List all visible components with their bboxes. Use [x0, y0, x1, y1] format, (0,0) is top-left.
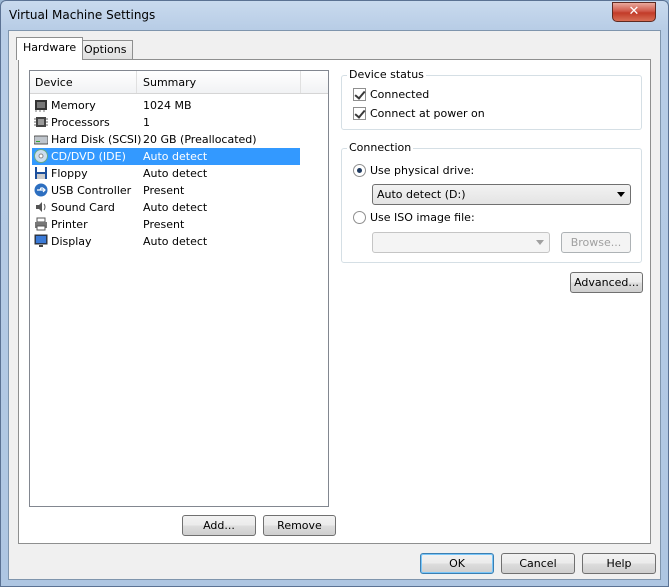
device-summary: 1: [143, 116, 150, 129]
add-button[interactable]: Add...: [182, 515, 256, 536]
ok-button[interactable]: OK: [420, 553, 494, 574]
device-summary: Auto detect: [143, 201, 208, 214]
column-separator[interactable]: [136, 71, 137, 93]
device-list[interactable]: Device Summary Memory 1024 MB Processors 1 H…: [29, 70, 329, 507]
table-row[interactable]: Printer Present: [32, 216, 300, 233]
table-row[interactable]: Memory 1024 MB: [32, 97, 300, 114]
device-summary: Present: [143, 184, 185, 197]
device-summary: 20 GB (Preallocated): [143, 133, 257, 146]
advanced-button[interactable]: Advanced...: [570, 272, 643, 293]
device-summary: Auto detect: [143, 167, 208, 180]
connect-at-power-on-label: Connect at power on: [370, 107, 485, 120]
tab-options[interactable]: Options: [77, 40, 134, 59]
device-name: Floppy: [51, 167, 88, 180]
device-name: USB Controller: [51, 184, 132, 197]
table-row[interactable]: CD/DVD (IDE) Auto detect: [32, 148, 300, 165]
device-name: CD/DVD (IDE): [51, 150, 126, 163]
physical-drive-select[interactable]: Auto detect (D:): [372, 184, 631, 205]
table-row[interactable]: Processors 1: [32, 114, 300, 131]
table-row[interactable]: Hard Disk (SCSI) 20 GB (Preallocated): [32, 131, 300, 148]
device-name: Hard Disk (SCSI): [51, 133, 142, 146]
physical-drive-value: Auto detect (D:): [377, 188, 466, 201]
table-row[interactable]: Display Auto detect: [32, 233, 300, 250]
cd-dvd-icon: [34, 149, 48, 163]
device-name: Memory: [51, 99, 96, 112]
hardware-panel: Device Summary Memory 1024 MB Processors 1 H…: [18, 59, 651, 544]
chevron-down-icon: [536, 240, 544, 245]
browse-button[interactable]: Browse...: [561, 232, 631, 253]
device-name: Printer: [51, 218, 88, 231]
device-status-group: Device status Connected Connect at power…: [341, 68, 642, 130]
physical-drive-radio[interactable]: [353, 164, 366, 177]
chevron-down-icon: [617, 192, 625, 197]
tab-label: Hardware: [23, 41, 77, 54]
iso-image-radio[interactable]: [353, 211, 366, 224]
iso-image-path-combo[interactable]: [372, 232, 550, 253]
device-name: Processors: [51, 116, 110, 129]
connect-at-power-on-checkbox[interactable]: [353, 107, 366, 120]
device-name: Display: [51, 235, 92, 248]
group-title: Connection: [347, 141, 414, 154]
list-header: Device Summary: [30, 71, 328, 94]
column-header-summary[interactable]: Summary: [143, 76, 196, 89]
printer-icon: [34, 217, 48, 231]
physical-drive-label: Use physical drive:: [370, 164, 475, 177]
dialog-window: Virtual Machine Settings ✕ Hardware Opti…: [0, 0, 669, 587]
sound-card-icon: [34, 200, 48, 214]
hard-disk-icon: [33, 132, 49, 146]
connection-group: Connection Use physical drive: Auto dete…: [341, 141, 642, 263]
cancel-button[interactable]: Cancel: [501, 553, 575, 574]
processor-icon: [34, 115, 48, 129]
display-icon: [34, 234, 48, 248]
column-separator[interactable]: [300, 71, 301, 93]
column-header-device[interactable]: Device: [35, 76, 73, 89]
connected-label: Connected: [370, 88, 430, 101]
device-summary: Auto detect: [143, 150, 208, 163]
close-icon: ✕: [628, 4, 640, 19]
device-summary: 1024 MB: [143, 99, 192, 112]
table-row[interactable]: Sound Card Auto detect: [32, 199, 300, 216]
device-name: Sound Card: [51, 201, 115, 214]
close-button[interactable]: ✕: [612, 2, 656, 22]
floppy-icon: [34, 166, 48, 180]
connected-checkbox[interactable]: [353, 88, 366, 101]
table-row[interactable]: USB Controller Present: [32, 182, 300, 199]
iso-image-label: Use ISO image file:: [370, 211, 475, 224]
title-bar[interactable]: Virtual Machine Settings ✕: [1, 1, 668, 31]
tab-label: Options: [84, 43, 127, 56]
device-summary: Present: [143, 218, 185, 231]
memory-icon: [34, 98, 48, 112]
group-title: Device status: [347, 68, 426, 81]
table-row[interactable]: Floppy Auto detect: [32, 165, 300, 182]
help-button[interactable]: Help: [582, 553, 656, 574]
device-summary: Auto detect: [143, 235, 208, 248]
tab-hardware[interactable]: Hardware: [16, 37, 84, 60]
usb-icon: [34, 183, 48, 197]
window-title: Virtual Machine Settings: [9, 8, 156, 22]
remove-button[interactable]: Remove: [263, 515, 336, 536]
dialog-client: Hardware Options Device Summary Memory 10…: [8, 30, 661, 580]
